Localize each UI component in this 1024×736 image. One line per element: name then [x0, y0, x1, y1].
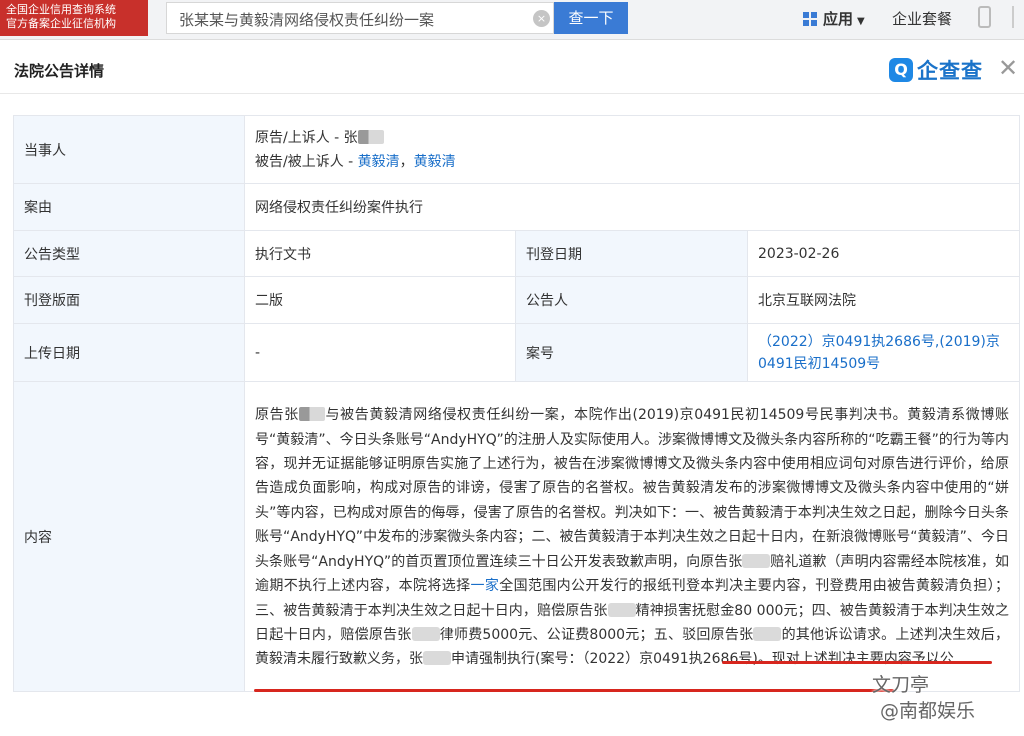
defendant-link-1[interactable]: 黄毅清 [358, 154, 400, 170]
redaction-mark [411, 626, 440, 641]
apps-label: 应用 [823, 10, 854, 28]
content-label: 内容 [13, 381, 245, 692]
table-row: 公告类型 执行文书 刊登日期 2023-02-26 [13, 230, 1020, 277]
cause-label: 案由 [13, 183, 245, 231]
watermark-line-1: 文刀亭 [872, 674, 930, 696]
caseno-label: 案号 [515, 323, 748, 382]
content-text-8: 申请强制执行(案号：（2022）京0491执2686号)。现对上述判决主要内容予… [451, 651, 954, 668]
redaction-mark [607, 602, 636, 617]
badge-line-2: 官方备案企业征信机构 [6, 17, 116, 30]
credit-badge[interactable]: 全国企业信用查询系统 官方备案企业征信机构 [0, 0, 148, 36]
party-label: 当事人 [13, 115, 245, 184]
search-input-value: 张某某与黄毅清网络侵权责任纠纷一案 [179, 11, 435, 29]
table-row: 案由 网络侵权责任纠纷案件执行 [13, 183, 1020, 231]
content-text-1: 原告张 [255, 407, 299, 424]
table-row: 当事人 原告/上诉人 - 张 被告/被上诉人 - 黄毅清，黄毅清 [13, 115, 1020, 184]
table-row: 内容 原告张 与被告黄毅清网络侵权责任纠纷一案，本院作出(2019)京0491民初… [13, 381, 1020, 692]
red-underline [254, 689, 894, 692]
search-button[interactable]: 查一下 [554, 2, 628, 34]
caseno-link[interactable]: （2022）京0491执2686号,(2019)京0491民初14509号 [758, 334, 1000, 372]
search-input[interactable]: 张某某与黄毅清网络侵权责任纠纷一案 × [166, 2, 554, 34]
pubdate-label: 刊登日期 [515, 230, 748, 277]
type-value: 执行文书 [244, 230, 516, 277]
party-value: 原告/上诉人 - 张 被告/被上诉人 - 黄毅清，黄毅清 [244, 115, 1020, 184]
watermark: 文刀亭 @南都娱乐 [872, 672, 975, 724]
red-underline [722, 661, 992, 664]
redaction-mark [357, 129, 384, 144]
section-value: 二版 [244, 276, 516, 324]
apps-grid-icon [803, 12, 817, 26]
caseno-cell: （2022）京0491执2686号,(2019)京0491民初14509号 [747, 323, 1020, 382]
defendant-line: 被告/被上诉人 - 黄毅清，黄毅清 [255, 150, 1009, 174]
redaction-mark [298, 407, 325, 422]
more-icon[interactable] [1012, 6, 1024, 28]
modal-title: 法院公告详情 [14, 62, 105, 80]
clear-icon[interactable]: × [533, 10, 550, 27]
qichacha-logo: Q 企查查 [889, 55, 983, 83]
table-row: 上传日期 - 案号 （2022）京0491执2686号,(2019)京0491民… [13, 323, 1020, 382]
enterprise-plan-link[interactable]: 企业套餐 [892, 8, 952, 29]
pubdate-value: 2023-02-26 [747, 230, 1020, 277]
content-text-6: 律师费5000元、公证费8000元；五、驳回原告张 [439, 626, 754, 643]
defendant-separator: ， [399, 153, 414, 170]
cause-value: 网络侵权责任纠纷案件执行 [244, 183, 1020, 231]
watermark-line-2: @南都娱乐 [880, 700, 976, 722]
upload-value: - [244, 323, 516, 382]
redaction-mark [753, 626, 782, 641]
apps-menu[interactable]: 应用 ▼ [803, 8, 865, 29]
qichacha-logo-icon: Q [889, 58, 913, 82]
announcement-detail-table: 当事人 原告/上诉人 - 张 被告/被上诉人 - 黄毅清，黄毅清 案由 网络侵权… [13, 115, 1020, 692]
chevron-down-icon: ▼ [857, 16, 865, 27]
redaction-mark [742, 553, 771, 568]
plaintiff-text: 原告/上诉人 - 张 [255, 129, 358, 146]
logo-text: 企查查 [917, 59, 983, 83]
top-search-bar: 全国企业信用查询系统 官方备案企业征信机构 张某某与黄毅清网络侵权责任纠纷一案 … [0, 0, 1024, 40]
section-label: 刊登版面 [13, 276, 245, 324]
redaction-mark [423, 651, 451, 666]
announcer-label: 公告人 [515, 276, 748, 324]
defendant-link-2[interactable]: 黄毅清 [414, 154, 456, 170]
divider [0, 93, 1024, 94]
defendant-text: 被告/被上诉人 - [255, 153, 358, 170]
badge-line-1: 全国企业信用查询系统 [6, 3, 116, 16]
content-value: 原告张 与被告黄毅清网络侵权责任纠纷一案，本院作出(2019)京0491民初145… [244, 381, 1020, 692]
upload-label: 上传日期 [13, 323, 245, 382]
announcer-value: 北京互联网法院 [747, 276, 1020, 324]
type-label: 公告类型 [13, 230, 245, 277]
table-row: 刊登版面 二版 公告人 北京互联网法院 [13, 276, 1020, 324]
close-icon[interactable]: ✕ [998, 56, 1018, 80]
content-link[interactable]: 一家 [470, 578, 499, 594]
content-text-2: 与被告黄毅清网络侵权责任纠纷一案，本院作出(2019)京0491民初14509号… [255, 407, 1010, 570]
mobile-app-icon[interactable] [978, 6, 991, 28]
plaintiff-line: 原告/上诉人 - 张 [255, 126, 1009, 150]
